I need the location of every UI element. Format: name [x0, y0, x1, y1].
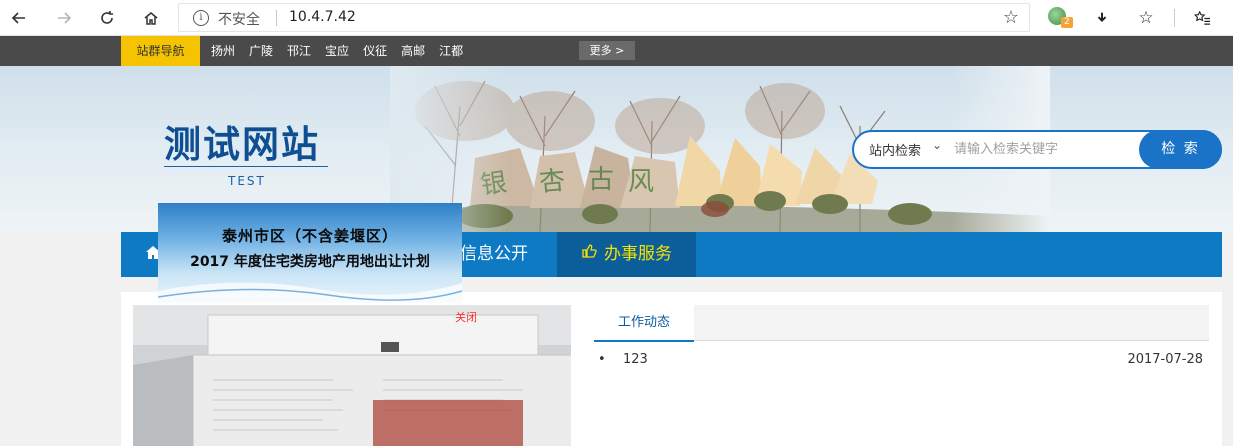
favorites-button[interactable]: ☆: [1133, 5, 1159, 31]
ad-headline: 泰州市区（不含姜堰区）: [221, 227, 398, 245]
address-bar[interactable]: i 不安全 10.4.7.42 ☆: [178, 3, 1030, 32]
station-nav-label[interactable]: 站群导航: [121, 36, 200, 66]
toolbar-divider: [1174, 9, 1175, 27]
tab-work-news[interactable]: 工作动态: [594, 305, 694, 342]
collections-icon: [1193, 10, 1210, 25]
more-sites-button[interactable]: 更多 >: [579, 41, 635, 60]
thumbs-up-icon: [582, 244, 597, 258]
browser-toolbar: i 不安全 10.4.7.42 ☆ 2 ☆: [0, 0, 1233, 36]
home-button[interactable]: [138, 5, 164, 31]
nav-item-services-label: 办事服务: [604, 244, 672, 264]
site-link[interactable]: 江都: [439, 36, 463, 66]
favorites-star-icon: ☆: [1138, 8, 1154, 28]
news-photo[interactable]: [133, 305, 571, 446]
favorite-star-icon[interactable]: ☆: [1003, 7, 1019, 28]
extension-badge-count: 2: [1061, 17, 1073, 28]
collections-button[interactable]: [1189, 5, 1215, 31]
site-links: 扬州 广陵 邗江 宝应 仪征 高邮 江都: [211, 36, 477, 66]
site-link[interactable]: 邗江: [287, 36, 311, 66]
site-link[interactable]: 仪征: [363, 36, 387, 66]
info-icon[interactable]: i: [193, 10, 209, 26]
forward-arrow-icon: [58, 12, 72, 24]
news-list-item[interactable]: • 123 2017-07-28: [598, 352, 1205, 372]
refresh-button[interactable]: [94, 5, 120, 31]
nav-item-info-disclosure[interactable]: 信息公开: [460, 232, 528, 277]
back-arrow-icon: [11, 12, 25, 24]
site-logo-subtitle: TEST: [228, 174, 266, 188]
search-scope-label[interactable]: 站内检索: [869, 140, 921, 159]
nav-item-services[interactable]: 办事服务: [557, 232, 696, 277]
chevron-down-icon[interactable]: ⌄: [932, 138, 942, 152]
search-input[interactable]: [954, 136, 1134, 163]
floating-ad-banner[interactable]: 泰州市区（不含姜堰区） 2017 年度住宅类房地产用地出让计划: [158, 203, 462, 303]
download-icon: [1097, 12, 1107, 23]
search-button[interactable]: 检 索: [1139, 130, 1222, 169]
home-icon: [144, 12, 158, 25]
site-link[interactable]: 宝应: [325, 36, 349, 66]
ad-subheadline: 2017 年度住宅类房地产用地出让计划: [190, 254, 430, 270]
site-group-nav: 站群导航 扬州 广陵 邗江 宝应 仪征 高邮 江都 更多 >: [0, 36, 1233, 66]
close-ad-button[interactable]: 关闭: [455, 309, 477, 325]
download-button[interactable]: [1089, 5, 1115, 31]
list-bullet: •: [598, 352, 606, 367]
security-label[interactable]: 不安全: [218, 9, 260, 29]
photo-image: [133, 305, 571, 446]
site-link[interactable]: 高邮: [401, 36, 425, 66]
back-button[interactable]: [6, 5, 32, 31]
site-search-form: 站内检索 ⌄ 检 索: [852, 130, 1222, 169]
ad-wave-decoration: [158, 282, 462, 303]
site-link[interactable]: 扬州: [211, 36, 235, 66]
logo-underline: [164, 166, 328, 167]
refresh-icon: [101, 11, 113, 24]
address-divider: [276, 10, 277, 26]
site-link[interactable]: 广陵: [249, 36, 273, 66]
news-item-title[interactable]: 123: [623, 352, 648, 367]
site-logo-title[interactable]: 测试网站: [164, 114, 320, 168]
news-item-date: 2017-07-28: [1127, 352, 1203, 367]
url-text[interactable]: 10.4.7.42: [289, 9, 356, 25]
forward-button[interactable]: [51, 5, 77, 31]
